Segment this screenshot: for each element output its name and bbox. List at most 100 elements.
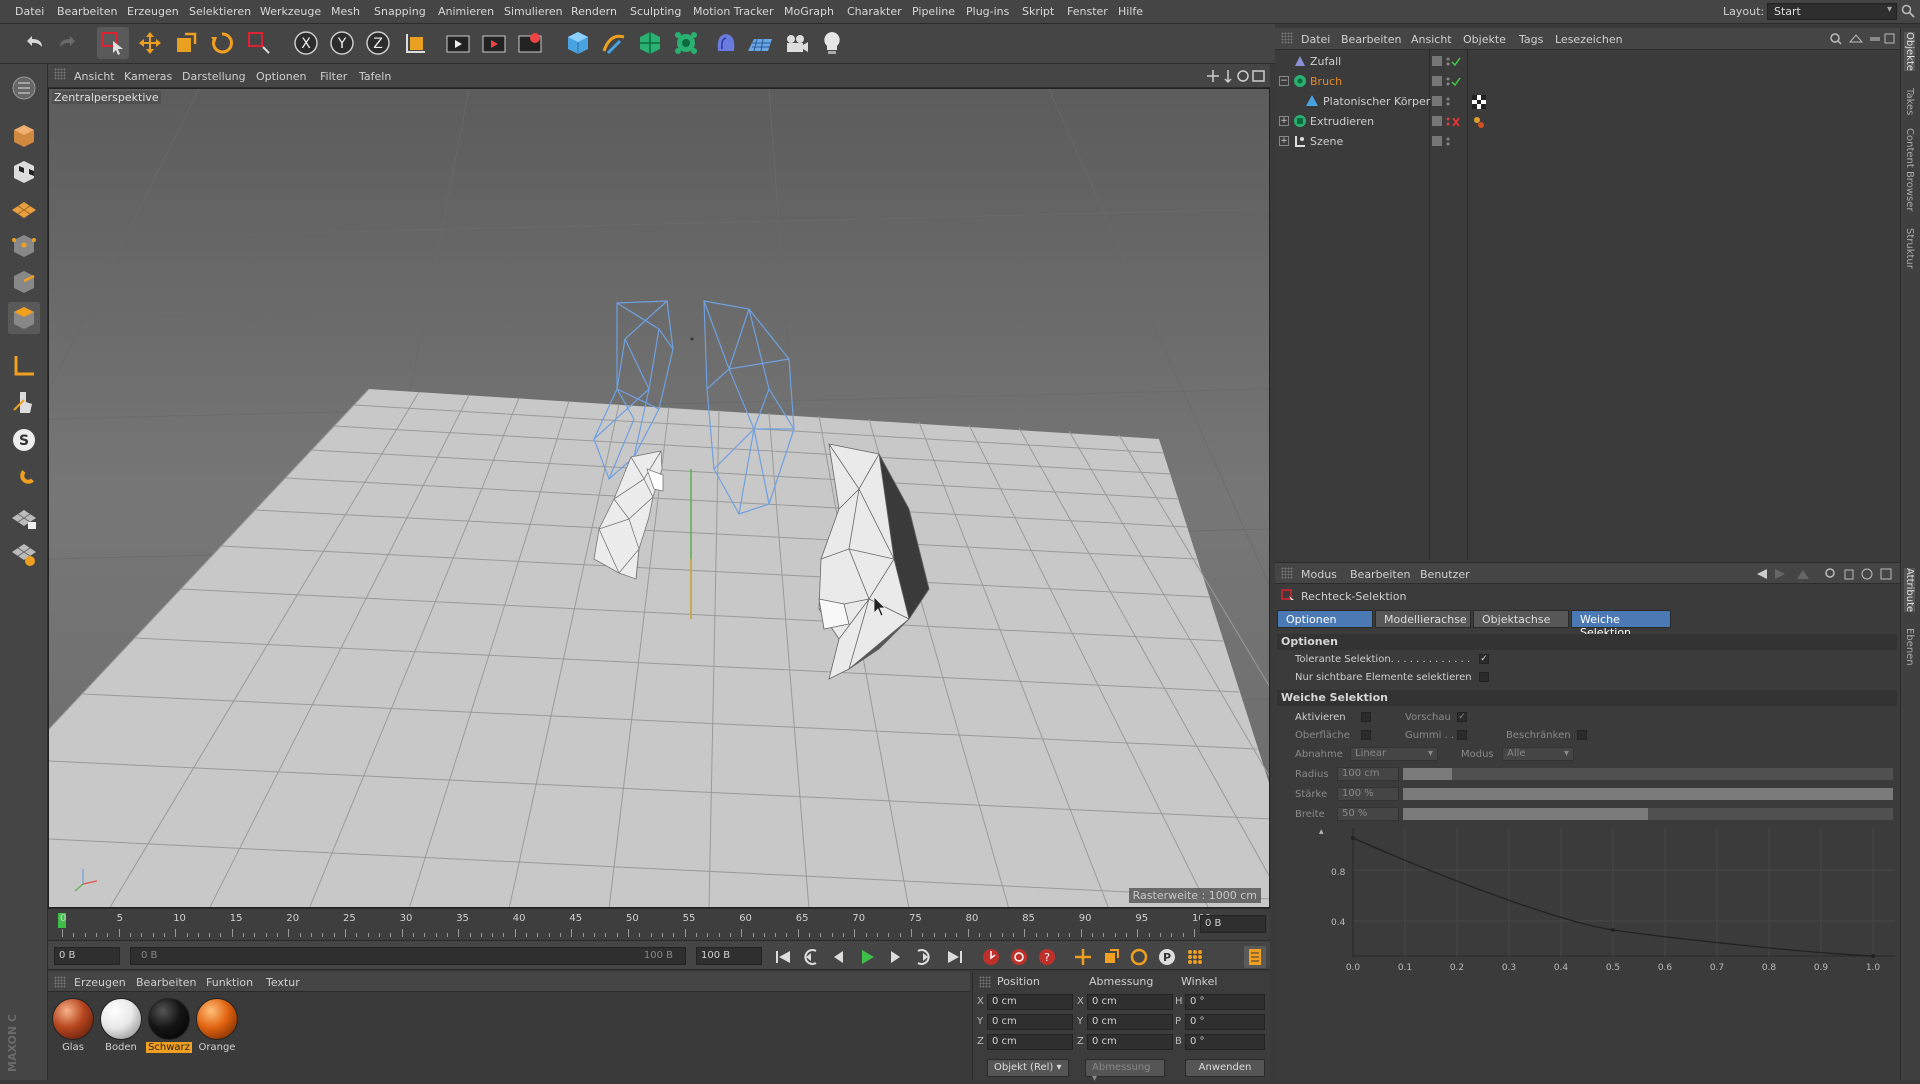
rot-b-field[interactable]: 0 ° <box>1185 1034 1265 1050</box>
menu-bearbeiten[interactable]: Bearbeiten <box>57 5 117 18</box>
viewport-menu-optionen[interactable]: Optionen <box>256 70 306 83</box>
falloff-select[interactable]: Linear ▾ <box>1350 747 1438 761</box>
visibility-toggles[interactable] <box>1432 135 1462 149</box>
restrict-checkbox[interactable] <box>1577 730 1587 740</box>
render-settings-icon[interactable] <box>514 27 546 59</box>
workplane-icon[interactable] <box>8 192 40 224</box>
next-frame-icon[interactable] <box>884 946 906 968</box>
rot-h-field[interactable]: 0 ° <box>1185 994 1265 1010</box>
material-menu-funktion[interactable]: Funktion <box>206 976 253 989</box>
object-menu-datei[interactable]: Datei <box>1301 33 1330 46</box>
tweak-mode-icon[interactable] <box>8 386 40 418</box>
pos-z-field[interactable]: 0 cm <box>987 1034 1073 1050</box>
menu-snapping[interactable]: Snapping <box>374 5 426 18</box>
texture-mode-icon[interactable] <box>8 156 40 188</box>
vtab-takes[interactable]: Takes <box>1904 88 1915 115</box>
pos-x-field[interactable]: 0 cm <box>987 994 1073 1010</box>
object-manager-tools[interactable] <box>1830 32 1896 46</box>
apply-button[interactable]: Anwenden <box>1185 1059 1265 1077</box>
z-axis-icon[interactable]: Z <box>362 27 394 59</box>
visibility-toggles[interactable] <box>1432 55 1462 69</box>
camera-icon[interactable] <box>780 27 812 59</box>
strength-slider[interactable] <box>1403 788 1893 800</box>
go-to-end-icon[interactable] <box>944 946 966 968</box>
menu-sculpting[interactable]: Sculpting <box>630 5 681 18</box>
object-menu-lesezeichen[interactable]: Lesezeichen <box>1555 33 1623 46</box>
phong-tag-icon[interactable] <box>1472 115 1486 129</box>
cloner-icon[interactable] <box>670 27 702 59</box>
vtab-objekte[interactable]: Objekte <box>1904 32 1915 72</box>
viewport-menu-kameras[interactable]: Kameras <box>124 70 172 83</box>
search-icon[interactable] <box>1900 3 1916 19</box>
collapse-toggle[interactable]: − <box>1279 76 1289 86</box>
snap-icon[interactable] <box>8 464 40 496</box>
pen-spline-icon[interactable] <box>598 27 630 59</box>
surface-checkbox[interactable] <box>1361 730 1371 740</box>
falloff-graph[interactable]: ▴ 0.8 0.4 0.0 0.1 0.2 0.3 0.4 0.5 0.6 0.… <box>1305 828 1895 1068</box>
attribute-nav-tools[interactable] <box>1755 567 1897 581</box>
radius-field[interactable]: 100 cm <box>1337 767 1399 781</box>
tab-optionen[interactable]: Optionen <box>1277 610 1373 628</box>
frame-range-slider[interactable]: 0 B 100 B <box>130 947 686 965</box>
menu-skript[interactable]: Skript <box>1022 5 1054 18</box>
rot-p-field[interactable]: 0 ° <box>1185 1014 1265 1030</box>
timeline-ruler[interactable]: 0510152025303540455055606570758085909510… <box>48 908 1270 940</box>
object-row-bruch[interactable]: − Bruch <box>1275 72 1900 92</box>
attribute-menu-benutzer[interactable]: Benutzer <box>1420 568 1470 581</box>
menu-charakter[interactable]: Charakter <box>847 5 902 18</box>
coordinate-system-icon[interactable] <box>400 27 432 59</box>
menu-plugins[interactable]: Plug-ins <box>966 5 1009 18</box>
viewport-camera-label[interactable]: Zentralperspektive <box>52 91 161 104</box>
deformer-icon[interactable] <box>710 27 742 59</box>
timeline-window-icon[interactable] <box>1244 946 1266 968</box>
polygons-mode-icon[interactable] <box>8 302 40 334</box>
material-orange[interactable]: Orange <box>194 998 240 1058</box>
end-frame-field[interactable]: 100 B <box>696 947 762 965</box>
material-glas[interactable]: Glas <box>50 998 96 1058</box>
current-frame-field[interactable]: 0 B <box>1200 915 1266 933</box>
menu-mesh[interactable]: Mesh <box>331 5 360 18</box>
solo-icon[interactable]: S <box>8 424 40 456</box>
preview-checkbox[interactable]: ✓ <box>1457 712 1467 722</box>
subdivision-icon[interactable] <box>634 27 666 59</box>
recent-tools-icon[interactable] <box>243 27 275 59</box>
mode-select[interactable]: Alle ▾ <box>1502 747 1574 761</box>
points-mode-icon[interactable] <box>8 230 40 262</box>
width-slider[interactable] <box>1403 808 1893 820</box>
tab-weiche-selektion[interactable]: Weiche Selektion <box>1571 610 1671 639</box>
object-row-szene[interactable]: + Szene <box>1275 132 1900 152</box>
menu-erzeugen[interactable]: Erzeugen <box>127 5 179 18</box>
menu-animieren[interactable]: Animieren <box>438 5 494 18</box>
timeline-track[interactable]: 0510152025303540455055606570758085909510… <box>58 911 1211 939</box>
activate-checkbox[interactable] <box>1361 712 1371 722</box>
object-menu-bearbeiten[interactable]: Bearbeiten <box>1341 33 1401 46</box>
menu-werkzeuge[interactable]: Werkzeuge <box>260 5 321 18</box>
menu-pipeline[interactable]: Pipeline <box>912 5 955 18</box>
strength-field[interactable]: 100 % <box>1337 787 1399 801</box>
record-icon[interactable] <box>980 946 1002 968</box>
keyframe-selection-icon[interactable]: ? <box>1036 946 1058 968</box>
scale-icon[interactable] <box>170 27 202 59</box>
menu-datei[interactable]: Datei <box>15 5 44 18</box>
vtab-attribute[interactable]: Attribute <box>1904 568 1915 613</box>
key-parameter-icon[interactable]: P <box>1156 946 1178 968</box>
viewport-menu-tafeln[interactable]: Tafeln <box>359 70 391 83</box>
axis-mode-icon[interactable] <box>8 350 40 382</box>
cube-icon[interactable] <box>562 27 594 59</box>
size-x-field[interactable]: 0 cm <box>1087 994 1173 1010</box>
floor-icon[interactable] <box>744 27 776 59</box>
start-frame-field[interactable]: 0 B <box>54 947 120 965</box>
tolerant-selection-checkbox[interactable]: ✓ <box>1479 654 1489 664</box>
menu-motion-tracker[interactable]: Motion Tracker <box>693 5 773 18</box>
next-key-icon[interactable] <box>912 946 934 968</box>
play-icon[interactable] <box>856 946 878 968</box>
auto-key-icon[interactable] <box>1008 946 1030 968</box>
size-y-field[interactable]: 0 cm <box>1087 1014 1173 1030</box>
y-axis-icon[interactable]: Y <box>326 27 358 59</box>
coordinate-mode-select[interactable]: Objekt (Rel) ▾ <box>987 1059 1069 1077</box>
workplane-lock-icon[interactable] <box>8 502 40 534</box>
object-menu-ansicht[interactable]: Ansicht <box>1411 33 1452 46</box>
material-boden[interactable]: Boden <box>98 998 144 1058</box>
light-icon[interactable] <box>816 27 848 59</box>
previous-key-icon[interactable] <box>800 946 822 968</box>
